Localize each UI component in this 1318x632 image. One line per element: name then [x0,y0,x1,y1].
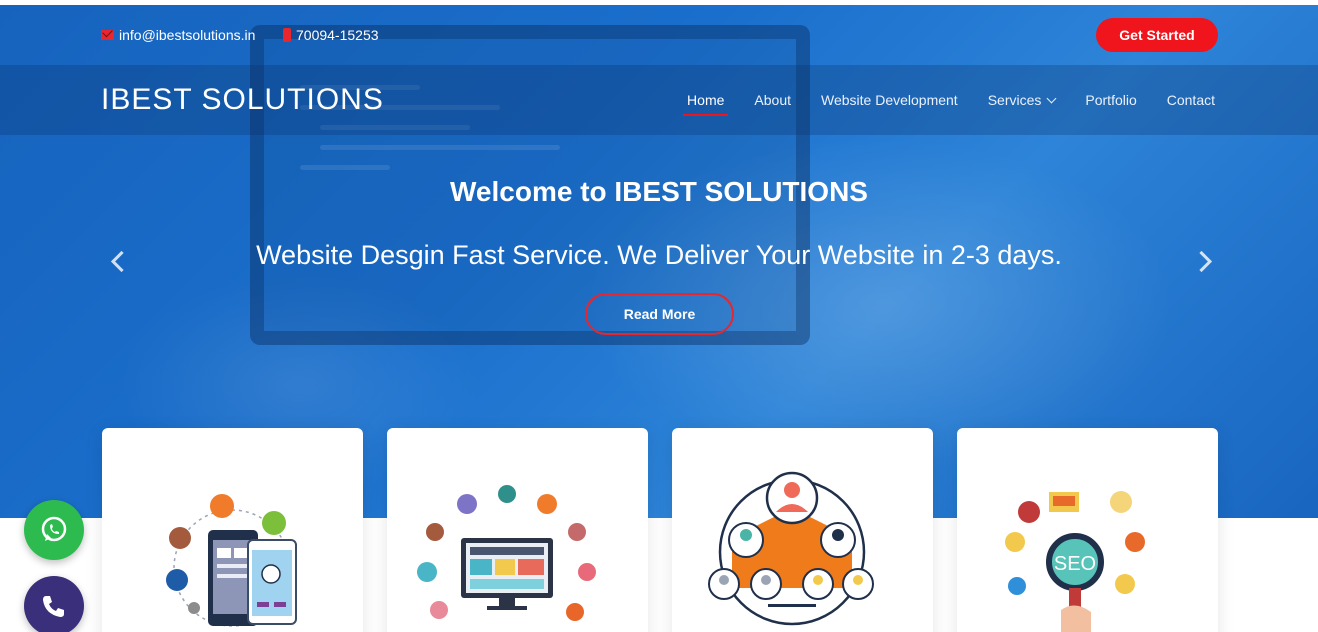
email-text: info@ibestsolutions.in [119,27,256,43]
nav-item-about[interactable]: About [754,92,791,108]
whatsapp-button[interactable] [24,500,84,560]
get-started-button[interactable]: Get Started [1096,18,1218,52]
hero-title: Welcome to IBEST SOLUTIONS [450,176,868,207]
top-contact-bar: info@ibestsolutions.in 70094-15253 Get S… [0,5,1318,65]
phone-contact[interactable]: 70094-15253 [283,27,379,43]
mobile-app-illustration-icon [166,494,297,627]
envelope-icon [101,30,114,40]
service-card-web[interactable] [387,428,648,632]
carousel-next-arrow-icon[interactable] [1192,250,1214,272]
email-contact[interactable]: info@ibestsolutions.in [101,27,255,43]
nav-item-website-development[interactable]: Website Development [821,92,958,108]
web-development-illustration-icon [417,485,596,621]
main-navbar: IBEST SOLUTIONS Home About Website Devel… [0,65,1318,135]
nav-item-services[interactable]: Services [988,92,1057,108]
phone-icon [43,596,64,617]
service-card-seo[interactable]: SEO [957,428,1218,632]
whatsapp-icon [41,516,67,542]
nav-item-portfolio[interactable]: Portfolio [1085,92,1136,108]
chevron-down-icon [1046,93,1057,103]
nav-item-contact[interactable]: Contact [1167,92,1215,108]
service-card-mobile[interactable] [102,428,363,632]
carousel-prev-arrow-icon[interactable] [106,250,128,272]
phone-text: 70094-15253 [296,27,379,43]
nav-menu: Home About Website Development Services … [657,92,1215,116]
nav-item-home[interactable]: Home [683,92,729,116]
seo-illustration-icon: SEO [1005,491,1145,632]
call-button[interactable] [24,576,84,632]
mobile-phone-icon [283,28,291,42]
svg-text:SEO: SEO [1054,553,1096,575]
service-card-social[interactable] [672,428,933,632]
site-logo[interactable]: IBEST SOLUTIONS [101,83,384,117]
social-network-illustration-icon [708,471,874,626]
hero-subtitle: Website Desgin Fast Service. We Deliver … [256,240,1062,270]
read-more-button[interactable]: Read More [585,293,734,335]
